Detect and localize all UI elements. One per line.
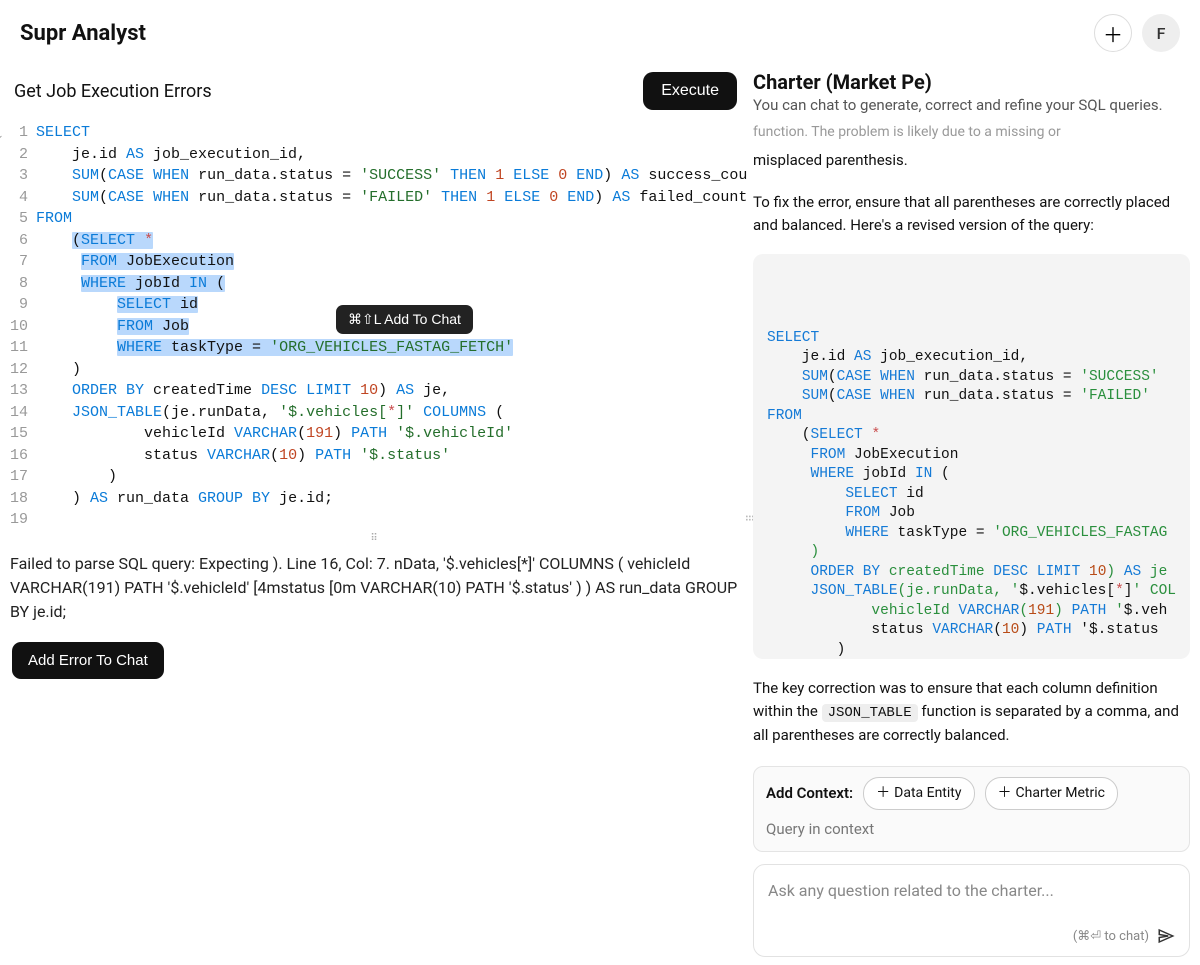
copy-icon[interactable] — [1160, 262, 1180, 282]
topbar-actions: ＋ F — [1094, 14, 1180, 52]
context-subtext: Query in context — [766, 818, 1177, 841]
horizontal-resize-handle[interactable]: ⠿ — [0, 531, 749, 546]
send-icon[interactable] — [1157, 927, 1175, 945]
chat-truncated-line: function. The problem is likely due to a… — [753, 122, 1190, 139]
chat-input[interactable]: Ask any question related to the charter.… — [753, 864, 1190, 958]
new-button[interactable]: ＋ — [1094, 14, 1132, 52]
chat-input-hint: (⌘⏎ to chat) — [1073, 927, 1149, 947]
editor-pane: Get Job Execution Errors Execute 1⌄ 234 … — [0, 62, 749, 965]
chat-panel-subtitle: You can chat to generate, correct and re… — [753, 96, 1186, 114]
top-bar: Supr Analyst ＋ F — [0, 0, 1200, 62]
context-box: Add Context: ＋Data Entity ＋Charter Metri… — [753, 766, 1190, 852]
chat-messages[interactable]: function. The problem is likely due to a… — [749, 118, 1190, 965]
chat-code-block: SELECT je.id AS job_execution_id, SUM(CA… — [753, 254, 1190, 659]
context-label: Add Context: — [766, 782, 853, 805]
error-message: Failed to parse SQL query: Expecting ). … — [0, 546, 749, 634]
execute-button[interactable]: Execute — [643, 72, 737, 110]
plus-icon: ＋ — [998, 783, 1012, 804]
editor-gutter: 1⌄ 234 567 8910 111213 141516 171819 — [0, 122, 36, 531]
inline-code: JSON_TABLE — [822, 704, 918, 722]
chat-panel: Charter (Market Pe) You can chat to gene… — [749, 62, 1200, 965]
add-error-to-chat-button[interactable]: Add Error To Chat — [12, 642, 164, 679]
query-header: Get Job Execution Errors Execute — [0, 62, 749, 122]
sql-editor[interactable]: 1⌄ 234 567 8910 111213 141516 171819 SEL… — [0, 122, 749, 531]
main-area: Get Job Execution Errors Execute 1⌄ 234 … — [0, 62, 1200, 965]
add-to-chat-button[interactable]: ⌘⇧L Add To Chat — [336, 305, 473, 334]
query-title[interactable]: Get Job Execution Errors — [14, 81, 212, 102]
chat-panel-title: Charter (Market Pe) — [753, 70, 1186, 94]
plus-icon: ＋ — [1103, 19, 1123, 48]
chip-charter-metric[interactable]: ＋Charter Metric — [985, 777, 1118, 810]
chat-paragraph: The key correction was to ensure that ea… — [753, 677, 1190, 746]
chat-paragraph: To fix the error, ensure that all parent… — [753, 191, 1190, 236]
chat-paragraph: misplaced parenthesis. — [753, 149, 1190, 172]
chat-panel-header: Charter (Market Pe) You can chat to gene… — [749, 62, 1190, 118]
app-title: Supr Analyst — [20, 21, 146, 46]
chat-code-content: SELECT je.id AS job_execution_id, SUM(CA… — [767, 329, 1176, 659]
add-to-chat-label: ⌘⇧L Add To Chat — [348, 311, 461, 328]
avatar[interactable]: F — [1142, 14, 1180, 52]
chat-input-placeholder: Ask any question related to the charter.… — [768, 879, 1175, 903]
plus-icon: ＋ — [876, 783, 890, 804]
chip-data-entity[interactable]: ＋Data Entity — [863, 777, 974, 810]
